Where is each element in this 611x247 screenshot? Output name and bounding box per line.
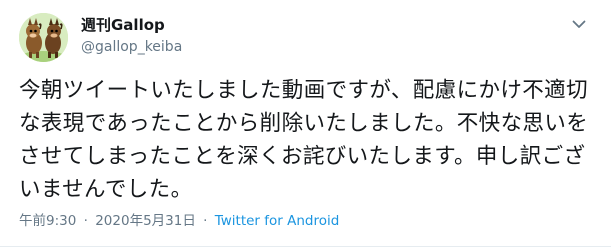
tweet-menu-button[interactable] (566, 13, 592, 35)
tweet-date[interactable]: 2020年5月31日 (95, 213, 196, 229)
tweet-metadata: 午前9:30 · 2020年5月31日 · Twitter for Androi… (19, 212, 339, 230)
chevron-down-icon (572, 20, 586, 28)
avatar[interactable] (19, 13, 68, 62)
meta-separator: · (83, 213, 88, 229)
display-name[interactable]: 週刊Gallop (81, 15, 165, 35)
meta-separator-2: · (203, 213, 208, 229)
tweet-card: 週刊Gallop @gallop_keiba 今朝ツイートいたしました動画ですが… (0, 0, 611, 247)
horse-mascots-icon (19, 13, 68, 62)
user-handle[interactable]: @gallop_keiba (81, 38, 182, 56)
tweet-text: 今朝ツイートいたしました動画ですが、配慮にかけ不適切な表現であったことから削除い… (19, 78, 589, 202)
tweet-time[interactable]: 午前9:30 (19, 213, 76, 229)
tweet-source-link[interactable]: Twitter for Android (215, 213, 340, 229)
